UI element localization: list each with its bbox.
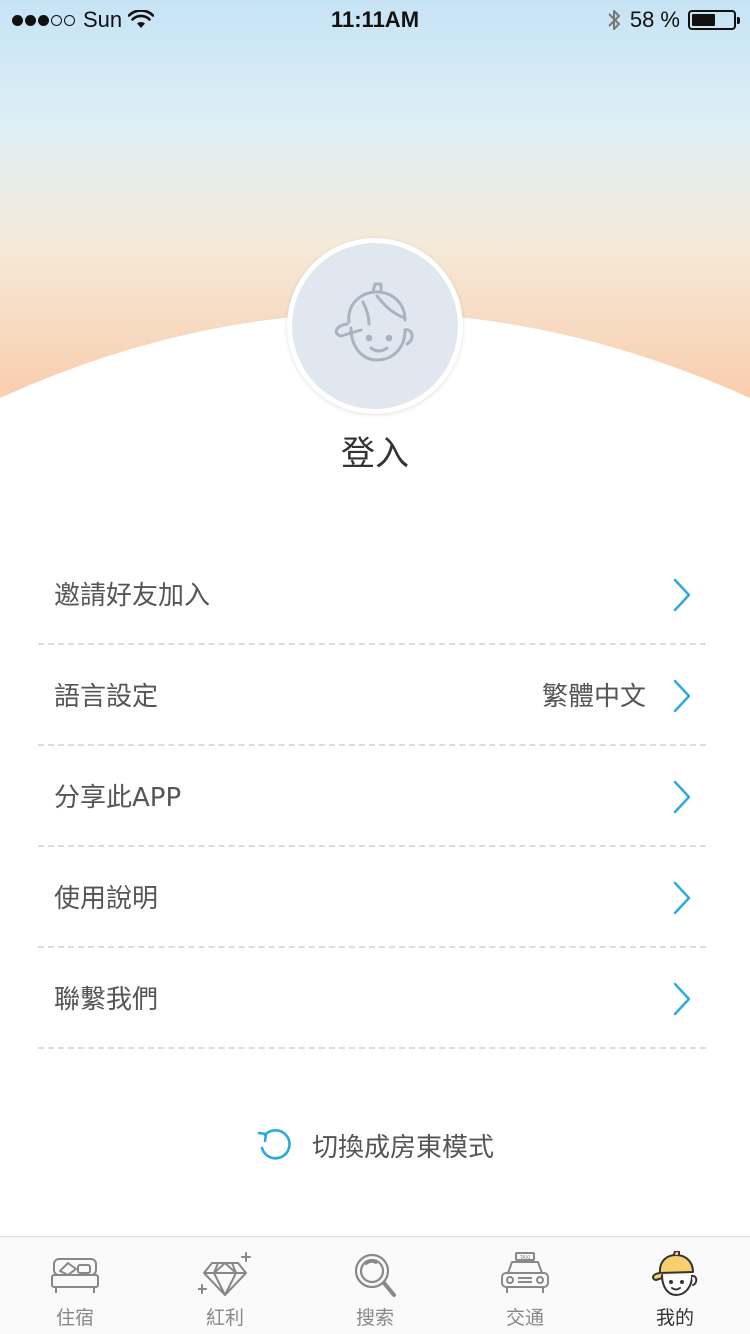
tab-bonus[interactable]: 紅利	[150, 1237, 300, 1334]
menu-item-label: 使用說明	[54, 884, 159, 914]
status-bar: Sun 11:11AM 58 %	[0, 0, 750, 40]
tab-transportation[interactable]: TAXI 交通	[450, 1237, 600, 1334]
bluetooth-icon	[608, 10, 620, 30]
tab-label: 我的	[655, 1307, 694, 1329]
refresh-icon	[257, 1128, 291, 1160]
menu-item-instructions[interactable]: 使用說明	[38, 847, 706, 948]
tab-label: 交通	[505, 1307, 544, 1329]
chevron-right-icon	[673, 780, 691, 814]
profile-icon	[651, 1251, 698, 1296]
bed-icon	[51, 1258, 99, 1293]
tab-accommodation[interactable]: 住宿	[0, 1237, 150, 1334]
switch-to-landlord-mode-button[interactable]: 切換成房東模式	[0, 1126, 750, 1164]
menu-item-label: 邀請好友加入	[54, 581, 211, 611]
magnifier-icon	[354, 1253, 396, 1297]
menu-item-invite-friends[interactable]: 邀請好友加入	[38, 544, 706, 645]
bottom-tab-bar: 住宿 紅利 搜索 TAXI 交通 我的	[0, 1236, 750, 1334]
tab-label: 搜索	[355, 1307, 394, 1329]
taxi-icon: TAXI	[501, 1252, 549, 1293]
settings-menu: 邀請好友加入 語言設定 繁體中文 分享此APP 使用說明 聯繫我們	[38, 544, 706, 1049]
boy-with-cap-icon	[334, 282, 414, 362]
diamond-icon	[198, 1252, 251, 1296]
menu-item-language[interactable]: 語言設定 繁體中文	[38, 645, 706, 746]
chevron-right-icon	[673, 578, 691, 612]
language-value: 繁體中文	[541, 682, 646, 712]
menu-item-label: 聯繫我們	[54, 985, 159, 1015]
menu-item-label: 語言設定	[54, 682, 159, 712]
switch-mode-label: 切換成房東模式	[311, 1132, 494, 1163]
chevron-right-icon	[673, 982, 691, 1016]
battery-icon	[688, 10, 740, 30]
menu-item-contact-us[interactable]: 聯繫我們	[38, 948, 706, 1049]
tab-search[interactable]: 搜索	[300, 1237, 450, 1334]
menu-item-share-app[interactable]: 分享此APP	[38, 746, 706, 847]
chevron-right-icon	[673, 881, 691, 915]
tab-label: 住宿	[55, 1307, 94, 1329]
battery-percentage: 58 %	[629, 7, 680, 32]
tab-label: 紅利	[205, 1307, 244, 1329]
menu-item-label: 分享此APP	[54, 783, 182, 813]
svg-text:TAXI: TAXI	[520, 1255, 531, 1261]
login-button[interactable]: 登入	[0, 426, 750, 475]
chevron-right-icon	[673, 679, 691, 713]
tab-mine[interactable]: 我的	[600, 1237, 750, 1334]
avatar[interactable]	[287, 238, 463, 414]
